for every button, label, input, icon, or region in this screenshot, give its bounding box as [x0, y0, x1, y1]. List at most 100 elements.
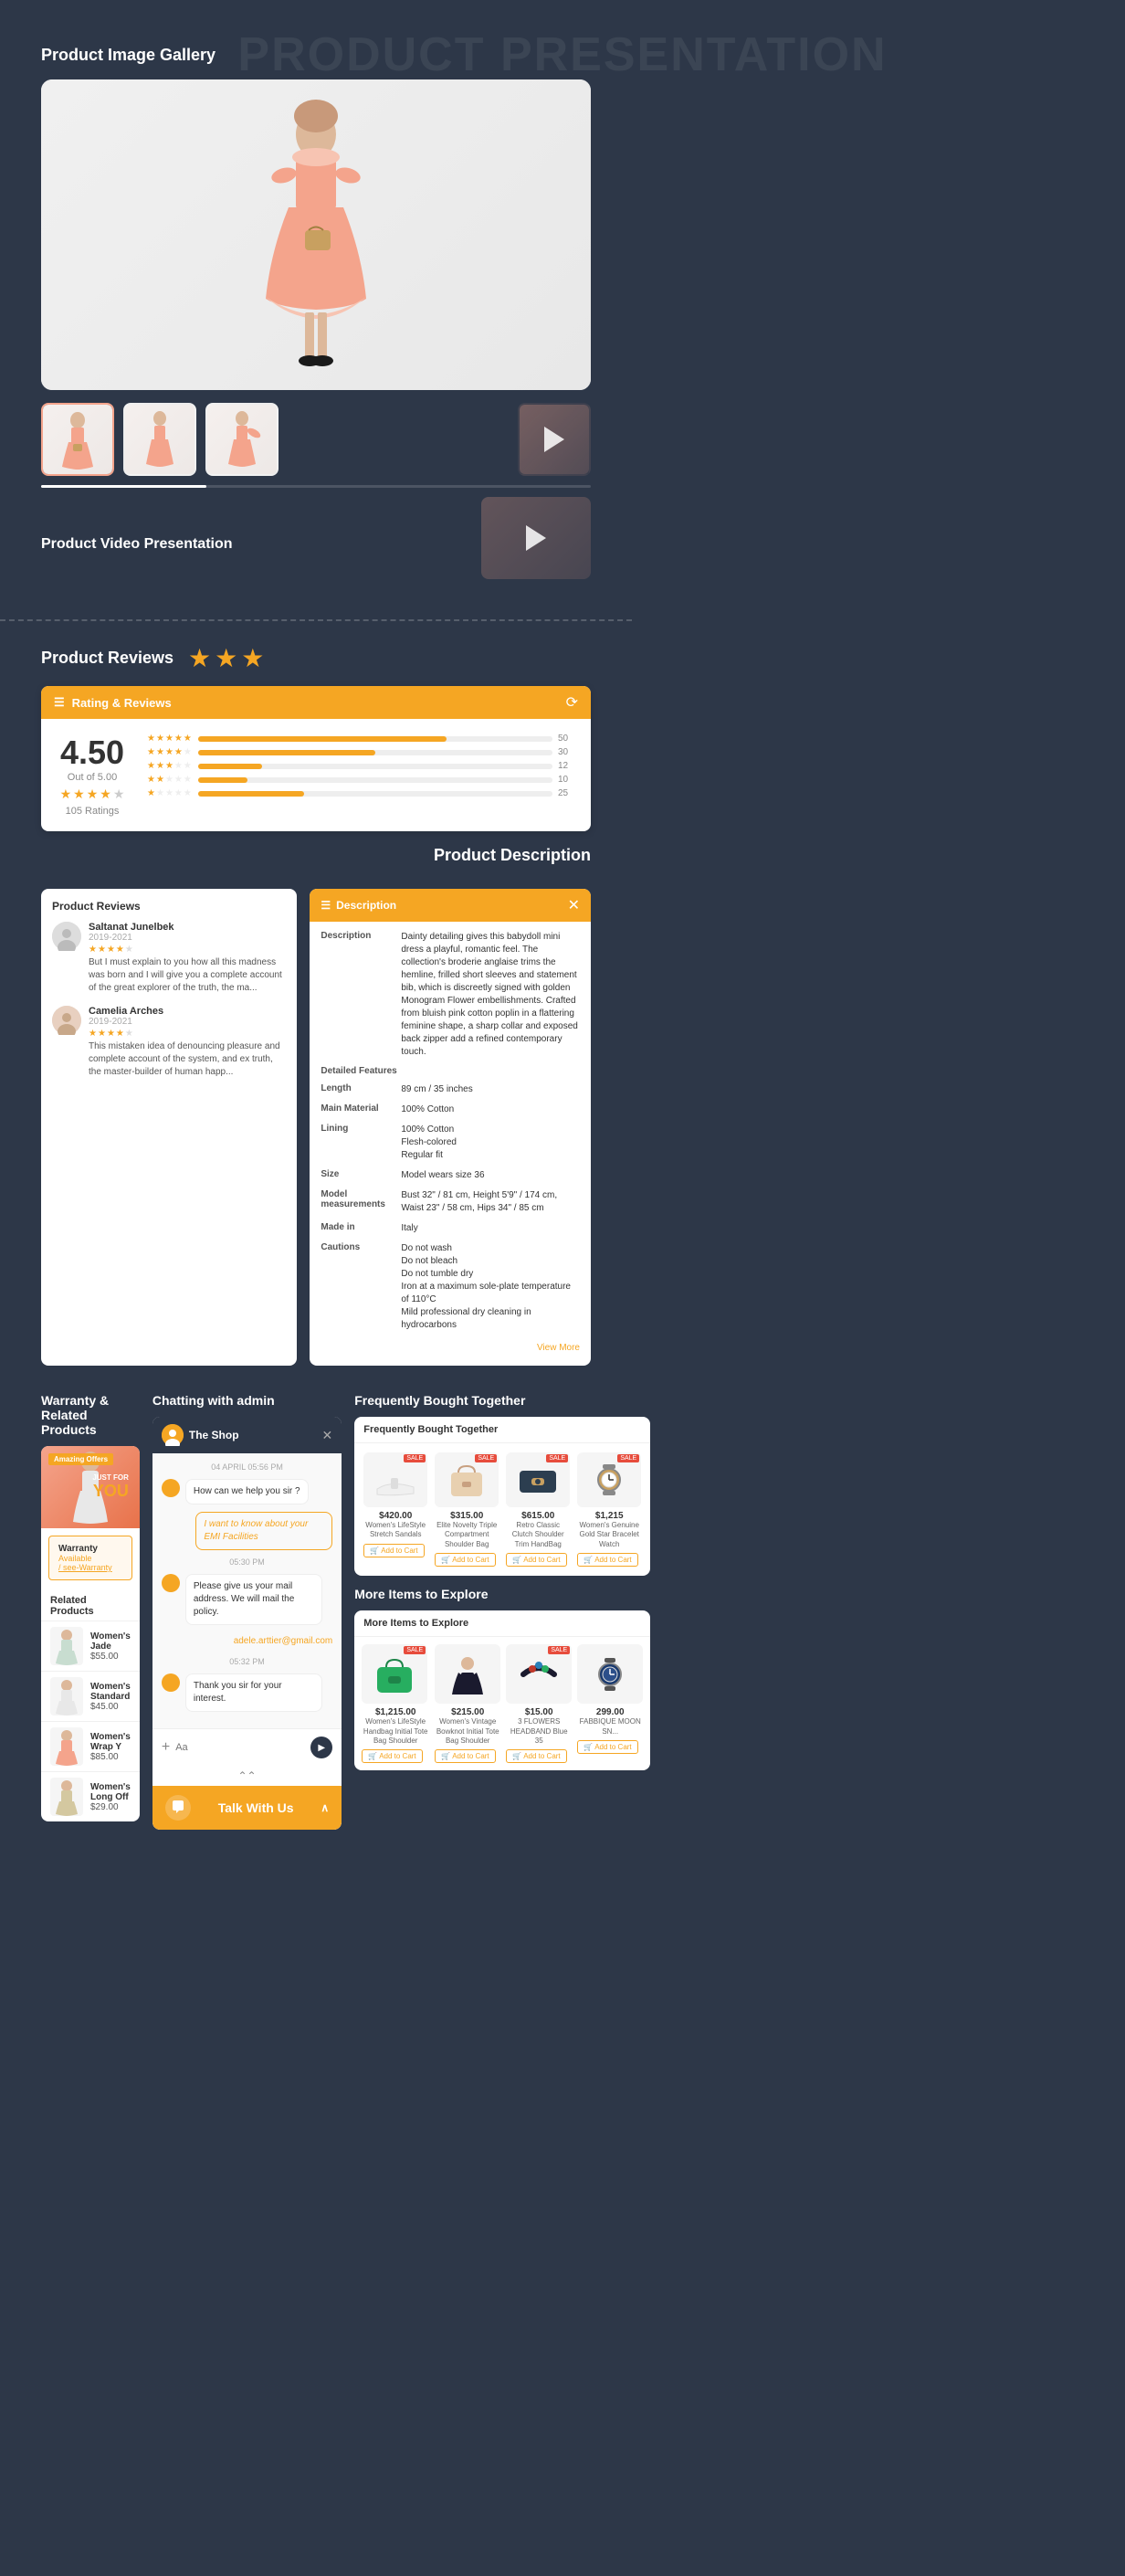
- product-description-heading: Product Description: [434, 846, 591, 865]
- more-price-4: 299.00: [577, 1707, 643, 1717]
- rating-bars: ★★★★★ 50 ★★★★★ 30 ★★★★★: [147, 734, 576, 817]
- bar-row-4: ★★★★★ 30: [147, 747, 576, 757]
- avatar-img-2: [52, 1006, 81, 1035]
- warranty-available: Available: [58, 1554, 122, 1563]
- warranty-promo: Amazing Offers JUST FOR YOU: [41, 1446, 140, 1528]
- thumbnail-3[interactable]: [205, 403, 279, 476]
- chat-msg-admin-3: Thank you sir for your interest.: [162, 1673, 332, 1712]
- chat-msg-avatar-3: [162, 1673, 180, 1692]
- reviews-section: Product Reviews ★ ★ ★ ☰ Rating & Reviews…: [0, 643, 632, 1366]
- fbt-panel: Frequently Bought Together SALE $420.00 …: [354, 1417, 650, 1576]
- review-text-1: But I must explain to you how all this m…: [89, 956, 286, 995]
- more-cart-icon-3: 🛒: [512, 1752, 521, 1760]
- rating-header: ☰ Rating & Reviews ⟳: [41, 686, 591, 719]
- chat-send-button[interactable]: ▶: [310, 1737, 332, 1758]
- more-thumb-4: [577, 1644, 643, 1704]
- add-to-cart-1[interactable]: 🛒 Add to Cart: [363, 1544, 424, 1557]
- talk-with-us-button[interactable]: Talk With Us ∧: [152, 1786, 342, 1830]
- desc-value-cautions: Do not washDo not bleachDo not tumble dr…: [401, 1242, 580, 1332]
- add-to-cart-3[interactable]: 🛒 Add to Cart: [506, 1553, 566, 1567]
- chat-header-left: The Shop: [162, 1424, 239, 1446]
- related-dress-4: [50, 1778, 83, 1816]
- related-item-2[interactable]: Women's Standard $45.00: [41, 1671, 140, 1721]
- bar-fill-1: [198, 791, 304, 797]
- chat-icon: [171, 1800, 185, 1815]
- chat-bubble-admin-1: How can we help you sir ?: [185, 1479, 309, 1504]
- slider-bar[interactable]: [41, 485, 591, 488]
- chat-close-button[interactable]: ✕: [321, 1428, 332, 1443]
- more-add-label-1: Add to Cart: [379, 1752, 415, 1760]
- reviews-header: Product Reviews ★ ★ ★: [41, 643, 591, 673]
- more-add-to-cart-1[interactable]: 🛒 Add to Cart: [362, 1749, 422, 1763]
- talk-expand-icon[interactable]: ∧: [321, 1801, 329, 1814]
- add-to-cart-4[interactable]: 🛒 Add to Cart: [577, 1553, 637, 1567]
- reviewer-avatar-2: [52, 1006, 81, 1035]
- watch-icon: [586, 1462, 632, 1498]
- related-name-4: Women's Long Off: [90, 1782, 131, 1802]
- view-more-link[interactable]: View More: [321, 1339, 580, 1357]
- video-thumbnail-large[interactable]: [481, 497, 591, 579]
- watch2-svg: [587, 1654, 633, 1694]
- related-info-4: Women's Long Off $29.00: [90, 1782, 131, 1812]
- warranty-label: Warranty: [58, 1544, 122, 1554]
- related-item-4[interactable]: Women's Long Off $29.00: [41, 1771, 140, 1821]
- chat-input[interactable]: [175, 1742, 305, 1753]
- desc-header-close[interactable]: ✕: [568, 896, 580, 914]
- thumbnail-4-video[interactable]: [518, 403, 591, 476]
- rating-out-of: Out of 5.00: [56, 772, 129, 783]
- related-item-1[interactable]: Women's Jade $55.00: [41, 1621, 140, 1671]
- more-add-to-cart-3[interactable]: 🛒 Add to Cart: [506, 1749, 566, 1763]
- slider-fill: [41, 485, 206, 488]
- fbt-item-3: SALE $615.00 Retro Classic Clutch Should…: [506, 1452, 570, 1567]
- warranty-link[interactable]: / see-Warranty: [58, 1563, 122, 1572]
- reviewer-name-2: Camelia Arches: [89, 1006, 286, 1017]
- more-items-col-title: More Items to Explore: [354, 1587, 650, 1601]
- related-item-3[interactable]: Women's Wrap Y $85.00: [41, 1721, 140, 1771]
- bar-count-1: 25: [558, 788, 576, 798]
- desc-value-material: 100% Cotton: [401, 1103, 454, 1116]
- chat-add-button[interactable]: +: [162, 1739, 170, 1756]
- more-sale-badge-3: SALE: [548, 1646, 570, 1654]
- thumbnail-2[interactable]: [123, 403, 196, 476]
- chat-shop-name: The Shop: [189, 1429, 239, 1441]
- sale-badge-2: SALE: [475, 1454, 497, 1462]
- related-thumb-1: [50, 1627, 83, 1665]
- desc-heading-row: Product Description: [41, 846, 591, 874]
- star-3: ★: [241, 643, 264, 673]
- chat-col-title: Chatting with admin: [152, 1393, 342, 1408]
- bar-stars-3: ★★★★★: [147, 761, 193, 771]
- cart-icon-1: 🛒: [370, 1547, 379, 1555]
- fbt-item-1: SALE $420.00 Women's LifeStyle Stretch S…: [363, 1452, 427, 1567]
- gallery-title: Product Image Gallery: [41, 46, 591, 65]
- review-stars-1: ★★★★★: [89, 945, 286, 955]
- rating-header-action[interactable]: ⟳: [566, 693, 578, 712]
- sundress-svg: [445, 1654, 490, 1694]
- desc-header-label: Description: [336, 899, 396, 912]
- chat-avatar-icon: [162, 1424, 184, 1446]
- chat-msg-admin-2: Please give us your mail address. We wil…: [162, 1574, 332, 1625]
- add-to-cart-label-4: Add to Cart: [594, 1556, 631, 1564]
- more-cart-icon-2: 🛒: [441, 1752, 450, 1760]
- fbt-price-2: $315.00: [435, 1511, 499, 1521]
- bar-track-5: [198, 736, 552, 742]
- related-name-1: Women's Jade: [90, 1631, 131, 1652]
- related-price-1: $55.00: [90, 1652, 131, 1662]
- thumbnail-1[interactable]: [41, 403, 114, 476]
- chat-timestamp-3: 05:32 PM: [162, 1657, 332, 1666]
- related-dress-1: [50, 1627, 83, 1665]
- play-button-icon: [544, 427, 564, 452]
- desc-header: ☰ Description ✕: [310, 889, 591, 922]
- reviews-stars-display: ★ ★ ★: [188, 643, 264, 673]
- more-add-to-cart-4[interactable]: 🛒 Add to Cart: [577, 1740, 637, 1754]
- video-play-icon: [526, 525, 546, 551]
- bar-stars-4: ★★★★★: [147, 747, 193, 757]
- related-dress-2: [50, 1677, 83, 1716]
- chat-timestamp-2: 05:30 PM: [162, 1557, 332, 1567]
- more-add-to-cart-2[interactable]: 🛒 Add to Cart: [435, 1749, 495, 1763]
- clutch-icon: [515, 1462, 561, 1498]
- video-section-row: Product Video Presentation: [41, 497, 591, 579]
- chat-bubble-admin-2: Please give us your mail address. We wil…: [185, 1574, 322, 1625]
- chat-input-row: + ▶: [152, 1728, 342, 1766]
- desc-value-made: Italy: [401, 1222, 417, 1235]
- add-to-cart-2[interactable]: 🛒 Add to Cart: [435, 1553, 495, 1567]
